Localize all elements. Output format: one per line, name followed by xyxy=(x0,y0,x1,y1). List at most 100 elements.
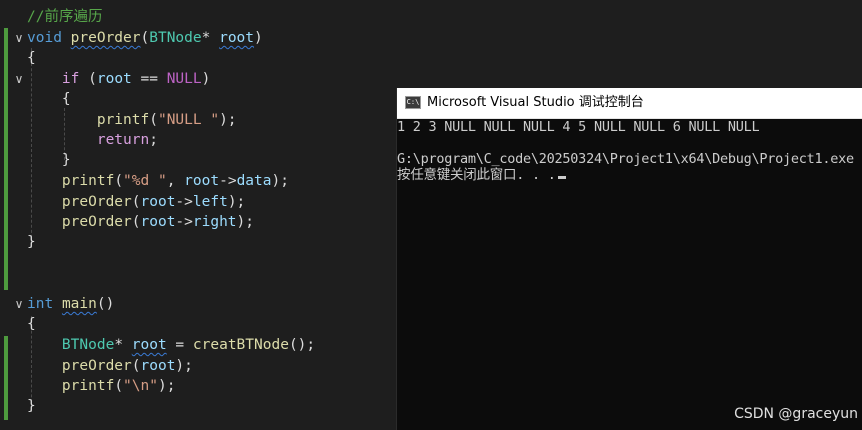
code-token: preOrder xyxy=(70,30,141,46)
code-token: { xyxy=(27,91,71,107)
code-token: printf xyxy=(96,112,150,128)
code-token: ( xyxy=(131,194,141,210)
code-token: () xyxy=(96,296,115,312)
code-token: root xyxy=(140,214,176,230)
watermark: CSDN @graceyun xyxy=(734,406,858,422)
code-token: ); xyxy=(227,194,246,210)
code-line: preOrder(root->right); xyxy=(27,212,254,232)
code-token: } xyxy=(27,152,71,168)
code-token: NULL xyxy=(166,71,202,87)
code-line: return; xyxy=(27,130,158,150)
code-token: * xyxy=(201,30,220,46)
code-token: "NULL " xyxy=(157,112,220,128)
code-line: } xyxy=(27,150,71,170)
code-token: "\n" xyxy=(123,378,158,394)
code-line: BTNode* root = creatBTNode(); xyxy=(27,335,315,355)
code-line: void preOrder(BTNode* root) xyxy=(27,28,263,48)
code-token: = xyxy=(166,337,193,353)
code-token: } xyxy=(27,234,36,250)
code-line: { xyxy=(27,48,36,68)
code-line: } xyxy=(27,232,36,252)
code-token: "%d " xyxy=(123,173,167,189)
code-line: if (root == NULL) xyxy=(27,69,210,89)
code-token: ); xyxy=(236,214,255,230)
console-app-icon: C:\ xyxy=(405,96,421,109)
fold-chevron-icon[interactable]: ∨ xyxy=(12,294,26,314)
text-cursor xyxy=(557,176,566,179)
code-token: == xyxy=(131,71,167,87)
code-line: printf("\n"); xyxy=(27,376,176,396)
console-exit-line: G:\program\C_code\20250324\Project1\x64\… xyxy=(397,151,854,167)
code-token: preOrder xyxy=(61,358,132,374)
code-token: { xyxy=(27,50,36,66)
code-token: root xyxy=(140,358,176,374)
console-title: Microsoft Visual Studio 调试控制台 xyxy=(427,95,644,110)
code-token: ( xyxy=(131,214,141,230)
code-token: -> xyxy=(175,194,193,210)
code-token: -> xyxy=(175,214,193,230)
code-token: int xyxy=(27,296,54,312)
code-line: } xyxy=(27,396,36,416)
fold-chevron-icon[interactable]: ∨ xyxy=(12,69,26,89)
code-line: //前序遍历 xyxy=(27,7,102,27)
code-token: printf xyxy=(61,173,115,189)
code-token: ( xyxy=(114,378,124,394)
console-prompt-line: 按任意键关闭此窗口. . . xyxy=(397,167,566,184)
code-token: if xyxy=(61,71,80,87)
code-token: -> xyxy=(219,173,237,189)
code-line: preOrder(root); xyxy=(27,356,193,376)
code-token: printf xyxy=(61,378,115,394)
fold-chevron-icon[interactable]: ∨ xyxy=(12,28,26,48)
code-token: BTNode xyxy=(61,337,115,353)
code-token: { xyxy=(27,316,36,332)
debug-console-window[interactable]: C:\ Microsoft Visual Studio 调试控制台 1 2 3 … xyxy=(396,88,862,430)
code-token: ); xyxy=(219,112,237,128)
code-token: data xyxy=(236,173,272,189)
code-token: ( xyxy=(140,30,150,46)
code-token: BTNode xyxy=(149,30,202,46)
code-token: root xyxy=(219,30,255,46)
code-token: (); xyxy=(288,337,316,353)
console-titlebar[interactable]: C:\ Microsoft Visual Studio 调试控制台 xyxy=(397,88,862,119)
code-token: right xyxy=(192,214,237,230)
code-token: ( xyxy=(114,173,124,189)
code-token: main xyxy=(61,296,97,312)
code-token: return xyxy=(96,132,150,148)
code-token: creatBTNode xyxy=(192,337,289,353)
code-token: preOrder xyxy=(61,194,132,210)
code-line: printf("%d ", root->data); xyxy=(27,171,289,191)
code-token: root xyxy=(140,194,176,210)
change-indicator-bar xyxy=(4,336,8,420)
code-token: ) xyxy=(254,30,263,46)
code-token: preOrder xyxy=(61,214,132,230)
change-indicator-bar xyxy=(4,28,8,290)
code-line: int main() xyxy=(27,294,114,314)
code-line: { xyxy=(27,89,71,109)
code-token: void xyxy=(27,30,62,46)
code-token: root xyxy=(96,71,132,87)
console-prompt-text: 按任意键关闭此窗口. . . xyxy=(397,167,556,183)
code-line: printf("NULL "); xyxy=(27,110,237,130)
code-line: preOrder(root->left); xyxy=(27,192,245,212)
code-line: { xyxy=(27,314,36,334)
code-token: root xyxy=(131,337,167,353)
code-token: left xyxy=(192,194,228,210)
code-token: ) xyxy=(201,71,211,87)
code-token: root xyxy=(184,173,220,189)
code-token: ; xyxy=(149,132,158,148)
code-token: ( xyxy=(149,112,158,128)
console-output-line: 1 2 3 NULL NULL NULL 4 5 NULL NULL 6 NUL… xyxy=(397,119,760,135)
code-token: //前序遍历 xyxy=(27,9,103,25)
code-token: , xyxy=(166,173,185,189)
